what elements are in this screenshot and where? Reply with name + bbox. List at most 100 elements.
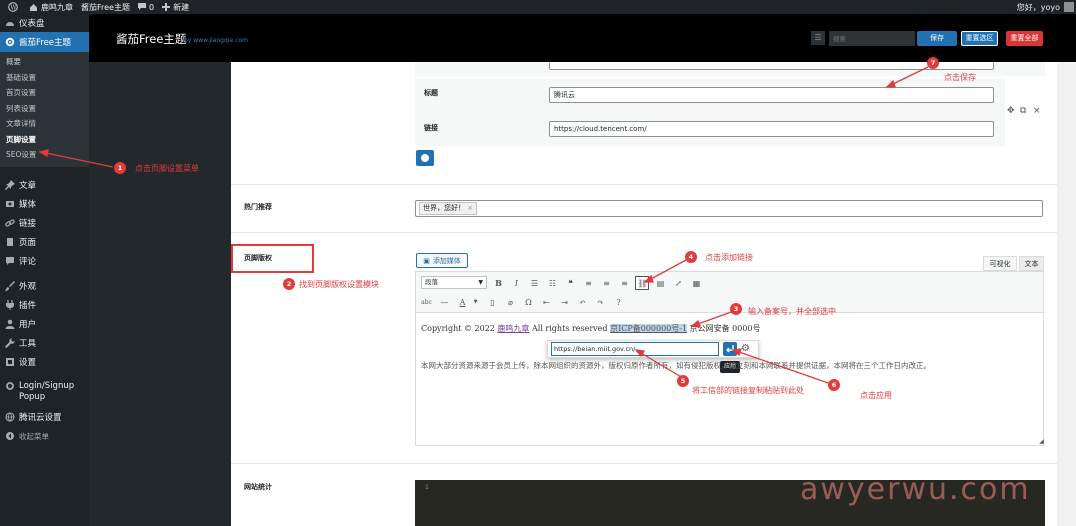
remove-icon[interactable]: ×	[1033, 106, 1041, 116]
link-input[interactable]: https://cloud.tencent.com/	[549, 121, 994, 137]
hot-tags-field[interactable]	[415, 200, 1043, 217]
menu-item-tools[interactable]: 工具	[0, 334, 89, 353]
menu-item-dashboard[interactable]: 仪表盘	[0, 14, 89, 32]
theme-title: 酱茄Free主题	[116, 32, 187, 46]
admin-bar-new[interactable]: 新建	[162, 2, 189, 13]
bullet-list-icon[interactable]: ☰	[529, 278, 540, 289]
wp-logo-icon[interactable]: W	[8, 2, 21, 12]
add-media-button[interactable]: ▣ 添加媒体	[416, 253, 468, 268]
toolbar-toggle-icon[interactable]: ▦	[691, 278, 702, 289]
admin-bar-account[interactable]: 您好，yoyo	[1017, 2, 1060, 13]
italic-icon[interactable]: I	[511, 278, 522, 289]
admin-bar-theme-link[interactable]: 酱茄Free主题	[81, 2, 130, 13]
special-char-icon[interactable]: Ω	[523, 297, 534, 308]
outdent-icon[interactable]: ⇤	[541, 297, 552, 308]
align-left-icon[interactable]: ≡	[583, 278, 594, 289]
menu-item-media[interactable]: 媒体	[0, 195, 89, 214]
menu-item-appearance[interactable]: 外观	[0, 277, 89, 296]
save-button[interactable]: 保存	[917, 31, 957, 46]
title-input[interactable]: 腾讯云	[549, 87, 994, 103]
menu-collapse[interactable]: 收起菜单	[0, 427, 89, 446]
more-tag-icon[interactable]: ▤	[655, 278, 666, 289]
avatar[interactable]	[1064, 2, 1074, 12]
globe-icon	[5, 412, 15, 422]
menu-item-users[interactable]: 用户	[0, 315, 89, 334]
scrollbar[interactable]	[1057, 62, 1076, 526]
settings-icon	[6, 358, 14, 366]
admin-bar-comments[interactable]: 0	[137, 3, 154, 12]
submenu-item[interactable]: SEO设置	[0, 147, 89, 163]
add-media-label: 添加媒体	[432, 256, 461, 265]
strikethrough-icon[interactable]: abc	[421, 297, 432, 308]
format-select[interactable]: 段落 ▼	[421, 276, 487, 289]
user-icon	[5, 319, 15, 329]
menu-item-login-popup[interactable]: Login/Signup Popup	[0, 378, 89, 408]
link-icon: ⛓	[637, 279, 648, 288]
apply-button[interactable]	[723, 342, 737, 356]
reset-all-button[interactable]: 重置全部	[1006, 31, 1043, 46]
search-input[interactable]	[829, 31, 915, 46]
submenu-item[interactable]: 基础设置	[0, 70, 89, 86]
menu-label: 评论	[19, 257, 37, 267]
clear-format-icon[interactable]: ⌀	[505, 297, 516, 308]
clone-icon[interactable]: ⧉	[1020, 106, 1026, 116]
submenu-item[interactable]: 首页设置	[0, 85, 89, 101]
menu-item-settings[interactable]: 设置	[0, 353, 89, 372]
menu-item-comments[interactable]: 评论	[0, 252, 89, 271]
bold-icon[interactable]: B	[493, 278, 504, 289]
link-options-gear-icon[interactable]: ⚙	[741, 343, 750, 355]
add-item-button[interactable]	[416, 150, 434, 166]
tag-item[interactable]: 世界，您好！ ×	[419, 202, 478, 215]
align-right-icon[interactable]: ≡	[619, 278, 630, 289]
expand-icon[interactable]: ☰	[811, 31, 825, 45]
fullscreen-icon[interactable]: ⤢	[673, 278, 684, 289]
divider	[231, 232, 1057, 233]
admin-bar-site[interactable]: 鹿鸣九章	[29, 2, 73, 13]
menu-item-links[interactable]: 链接	[0, 214, 89, 233]
help-icon[interactable]: ?	[613, 297, 624, 308]
numbered-list-icon[interactable]: ☷	[547, 278, 558, 289]
redo-icon[interactable]: ↷	[595, 297, 606, 308]
icp-selected-text[interactable]: 京ICP备000000号-1	[610, 324, 688, 333]
text-color-icon[interactable]: A	[457, 297, 468, 308]
theme-subtitle[interactable]: by www.jiangqie.com	[184, 37, 248, 44]
link-label: 链接	[424, 124, 438, 132]
blockquote-icon[interactable]: ❝	[565, 278, 576, 289]
menu-item-posts[interactable]: 文章	[0, 176, 89, 195]
menu-item-plugins[interactable]: 插件	[0, 296, 89, 315]
menu-item-tencent[interactable]: 腾讯云设置	[0, 408, 89, 427]
reset-section-button[interactable]: 重置选区	[961, 31, 998, 46]
comment-icon	[137, 3, 146, 10]
submenu-item[interactable]: 列表设置	[0, 101, 89, 117]
menu-label: 用户	[19, 320, 37, 330]
resize-handle-icon[interactable]: ◢	[1036, 436, 1047, 447]
submenu-item[interactable]: 概要	[0, 54, 89, 70]
tab-visual[interactable]: 可视化	[983, 256, 1017, 271]
paste-text-icon[interactable]: ▯	[487, 297, 498, 308]
link-url-input[interactable]: https://beian.miit.gov.cn/	[551, 342, 719, 356]
menu-label: 链接	[19, 219, 37, 229]
menu-label: 腾讯云设置	[19, 413, 62, 423]
align-center-icon[interactable]: ≡	[601, 278, 612, 289]
menu-label: 设置	[19, 358, 37, 368]
undo-icon[interactable]: ↶	[577, 297, 588, 308]
media-icon: ▣	[423, 256, 430, 265]
move-icon[interactable]: ✥	[1007, 106, 1015, 116]
site-link[interactable]: 鹿鸣九章	[497, 324, 529, 333]
submenu-item-footer-settings[interactable]: 页脚设置	[0, 132, 89, 148]
step-number: 7	[927, 57, 939, 69]
horizontal-line-icon[interactable]: —	[439, 297, 450, 308]
chevron-down-icon[interactable]: ▼	[470, 297, 481, 308]
editor-body-text[interactable]: 本网大部分资源来源于会员上传，除本网组织的资源外，版权归原作者所有，如有侵犯版权…	[421, 360, 1036, 371]
site-name: 鹿鸣九章	[41, 2, 73, 12]
indent-icon[interactable]: ⇥	[559, 297, 570, 308]
step-text: 将工信部的链接复制粘贴到此处	[692, 386, 804, 395]
copyright-line[interactable]: Copyright © 2022 鹿鸣九章 All rights reserve…	[421, 323, 761, 334]
submenu-item[interactable]: 文章详情	[0, 116, 89, 132]
step-number: 3	[730, 303, 742, 315]
plus-icon	[162, 3, 171, 11]
tab-text[interactable]: 文本	[1019, 256, 1044, 271]
tag-remove-icon[interactable]: ×	[467, 204, 473, 212]
menu-item-theme[interactable]: 酱茄Free主题	[0, 32, 89, 52]
menu-item-pages[interactable]: 页面	[0, 233, 89, 252]
